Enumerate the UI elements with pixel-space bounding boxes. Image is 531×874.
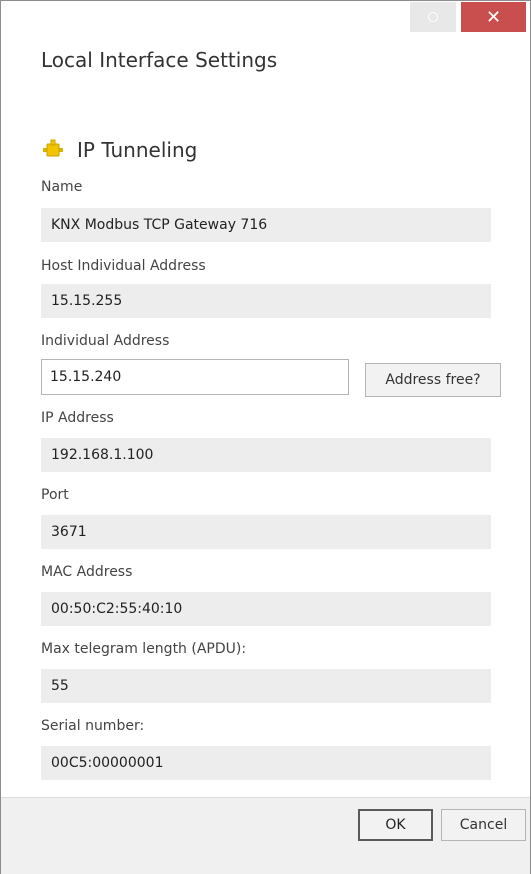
section-title: IP Tunneling — [77, 138, 198, 162]
address-free-button[interactable]: Address free? — [365, 363, 501, 397]
ip-tunneling-icon — [43, 139, 63, 157]
max-telegram-length-label: Max telegram length (APDU): — [41, 641, 247, 657]
individual-address-label: Individual Address — [41, 333, 170, 349]
ip-address-value: 192.168.1.100 — [41, 438, 491, 472]
serial-number-label: Serial number: — [41, 718, 145, 734]
individual-address-input[interactable]: 15.15.240 — [41, 359, 349, 395]
restore-button[interactable] — [410, 2, 456, 32]
host-individual-address-label: Host Individual Address — [41, 258, 206, 274]
max-telegram-length-value: 55 — [41, 669, 491, 703]
serial-number-value: 00C5:00000001 — [41, 746, 491, 780]
close-icon: ✕ — [485, 6, 502, 28]
section-header: IP Tunneling — [41, 138, 197, 162]
port-value: 3671 — [41, 515, 491, 549]
name-value: KNX Modbus TCP Gateway 716 — [41, 208, 491, 242]
mac-address-label: MAC Address — [41, 564, 133, 580]
port-label: Port — [41, 487, 69, 503]
mac-address-value: 00:50:C2:55:40:10 — [41, 592, 491, 626]
local-interface-settings-dialog: ✕ Local Interface Settings IP Tunneling … — [0, 0, 531, 874]
restore-icon — [428, 12, 438, 22]
close-button[interactable]: ✕ — [461, 2, 526, 32]
ip-address-label: IP Address — [41, 410, 114, 426]
ok-button[interactable]: OK — [358, 809, 433, 841]
cancel-button[interactable]: Cancel — [441, 809, 526, 841]
name-label: Name — [41, 179, 83, 195]
host-individual-address-value: 15.15.255 — [41, 284, 491, 318]
dialog-title: Local Interface Settings — [41, 48, 278, 72]
dialog-footer: OK Cancel — [1, 797, 530, 874]
